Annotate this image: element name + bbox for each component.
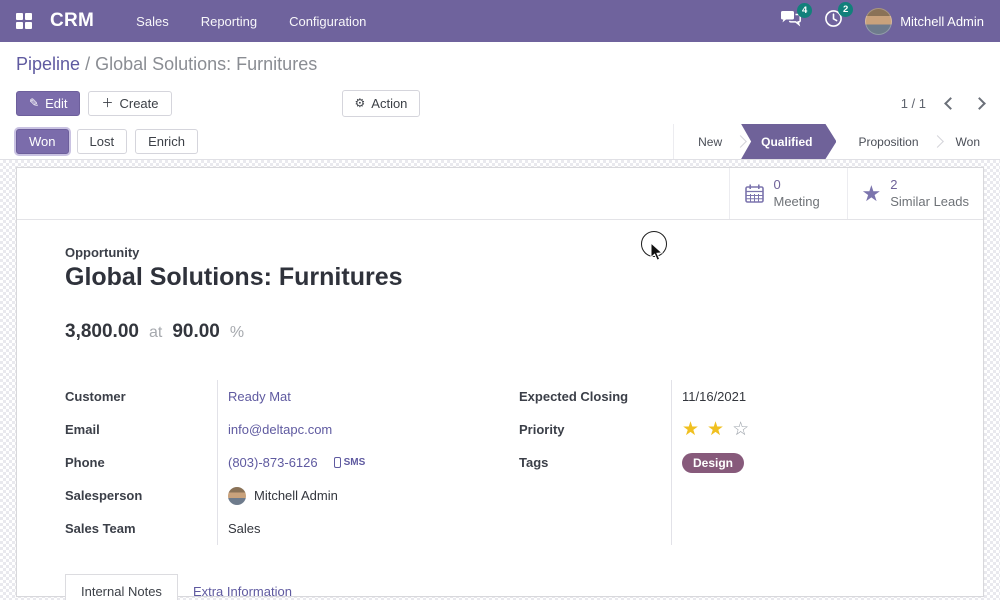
calendar-icon — [744, 183, 765, 204]
mobile-phone-icon — [334, 457, 341, 468]
expected-revenue: 3,800.00 — [65, 321, 139, 343]
apps-menu-icon[interactable] — [16, 13, 32, 29]
stage-proposition[interactable]: Proposition — [838, 124, 938, 159]
pager-next-button[interactable] — [973, 97, 986, 110]
star-filled-icon[interactable]: ★ — [682, 420, 699, 439]
revenue-line: 3,800.00 at 90.00 % — [65, 321, 935, 343]
expected-closing-field-label: Expected Closing — [519, 380, 671, 413]
field-column-left: Customer Email Phone Salesperson Sales T… — [65, 380, 503, 545]
pager-value: 1 / 1 — [901, 96, 926, 111]
breadcrumb: Pipeline / Global Solutions: Furnitures — [16, 54, 984, 75]
breadcrumb-row: Pipeline / Global Solutions: Furnitures — [0, 42, 1000, 86]
sales-team-field-label: Sales Team — [65, 512, 217, 545]
edit-button[interactable]: ✎ Edit — [16, 91, 80, 116]
tag-design[interactable]: Design — [682, 453, 744, 473]
user-avatar — [865, 8, 892, 35]
stage-won[interactable]: Won — [936, 124, 1000, 159]
enrich-button-label: Enrich — [148, 134, 185, 149]
breadcrumb-current: Global Solutions: Furnitures — [95, 54, 317, 74]
meeting-label: Meeting — [774, 194, 820, 210]
star-icon: ★ — [862, 181, 882, 207]
statusbar: Won Lost Enrich New Qualified Propositio… — [0, 124, 1000, 160]
phone-field-label: Phone — [65, 446, 217, 479]
nav-menu-reporting[interactable]: Reporting — [185, 14, 273, 29]
stage-qualified-active[interactable]: Qualified — [741, 124, 836, 159]
record-type-label: Opportunity — [65, 245, 935, 260]
create-button[interactable]: ＋ Create — [88, 91, 171, 116]
mark-lost-button[interactable]: Lost — [77, 129, 128, 154]
percent-sign: % — [230, 324, 244, 342]
messages-button[interactable]: 4 — [780, 10, 802, 32]
top-navbar: CRM Sales Reporting Configuration 4 2 — [0, 0, 1000, 42]
phone-value-link[interactable]: (803)-873-6126 — [228, 455, 318, 470]
email-value-link[interactable]: info@deltapc.com — [228, 422, 332, 437]
opportunity-title: Global Solutions: Furnitures — [65, 263, 935, 292]
expected-closing-value[interactable]: 11/16/2021 — [682, 389, 746, 404]
stage-pipeline: New Qualified Proposition Won — [673, 124, 1000, 159]
record-card: 0 Meeting ★ 2 Similar Leads Opportunity … — [16, 167, 984, 597]
stage-new[interactable]: New — [678, 124, 742, 159]
tab-extra-information[interactable]: Extra Information — [178, 575, 307, 600]
nav-menu-configuration[interactable]: Configuration — [273, 14, 382, 29]
salesperson-field-label: Salesperson — [65, 479, 217, 512]
gear-icon: ⚙ — [355, 97, 366, 109]
similar-leads-label: Similar Leads — [890, 194, 969, 210]
priority-stars: ★ ★ ☆ — [672, 413, 935, 446]
field-groups: Customer Email Phone Salesperson Sales T… — [65, 380, 935, 545]
similar-leads-count: 2 — [890, 177, 969, 193]
sms-label: SMS — [344, 457, 366, 468]
meeting-count: 0 — [774, 177, 820, 193]
pager-previous-button[interactable] — [944, 97, 957, 110]
plus-icon: ＋ — [101, 97, 113, 109]
breadcrumb-parent[interactable]: Pipeline — [16, 54, 80, 74]
lost-button-label: Lost — [90, 134, 115, 149]
app-brand[interactable]: CRM — [50, 10, 94, 32]
sales-team-value[interactable]: Sales — [228, 521, 261, 536]
tab-internal-notes[interactable]: Internal Notes — [65, 574, 178, 600]
mark-won-button[interactable]: Won — [16, 129, 69, 154]
user-name: Mitchell Admin — [900, 14, 984, 29]
pencil-icon: ✎ — [29, 97, 39, 109]
action-button-label: Action — [371, 96, 407, 111]
field-column-right: Expected Closing Priority Tags 11/16/202… — [519, 380, 935, 545]
sms-button[interactable]: SMS — [334, 457, 366, 468]
customer-value-link[interactable]: Ready Mat — [228, 389, 291, 404]
create-button-label: Create — [119, 96, 158, 111]
record-sheet: Opportunity Global Solutions: Furnitures… — [17, 220, 983, 600]
stat-button-strip: 0 Meeting ★ 2 Similar Leads — [17, 168, 983, 220]
salesperson-avatar — [228, 487, 246, 505]
edit-button-label: Edit — [45, 96, 67, 111]
activities-button[interactable]: 2 — [824, 9, 843, 33]
form-background: 0 Meeting ★ 2 Similar Leads Opportunity … — [0, 160, 1000, 600]
star-empty-icon[interactable]: ☆ — [732, 420, 749, 439]
similar-leads-stat-button[interactable]: ★ 2 Similar Leads — [847, 168, 984, 219]
star-filled-icon[interactable]: ★ — [707, 420, 724, 439]
won-button-label: Won — [29, 134, 56, 149]
action-button[interactable]: ⚙ Action — [342, 90, 421, 117]
email-field-label: Email — [65, 413, 217, 446]
meeting-stat-button[interactable]: 0 Meeting — [729, 168, 847, 219]
notebook-tabs: Internal Notes Extra Information — [65, 574, 935, 600]
user-menu[interactable]: Mitchell Admin — [865, 8, 984, 35]
pager: 1 / 1 — [901, 96, 984, 111]
enrich-button[interactable]: Enrich — [135, 129, 198, 154]
customer-field-label: Customer — [65, 380, 217, 413]
activities-count-badge: 2 — [838, 2, 853, 17]
control-panel: ✎ Edit ＋ Create ⚙ Action 1 / 1 — [0, 86, 1000, 124]
nav-menu-sales[interactable]: Sales — [120, 14, 185, 29]
salesperson-value[interactable]: Mitchell Admin — [254, 488, 338, 503]
priority-field-label: Priority — [519, 413, 671, 446]
probability-value: 90.00 — [172, 321, 220, 343]
tags-field-label: Tags — [519, 446, 671, 479]
messages-count-badge: 4 — [797, 3, 812, 18]
at-label: at — [149, 324, 162, 342]
breadcrumb-separator: / — [85, 54, 90, 74]
